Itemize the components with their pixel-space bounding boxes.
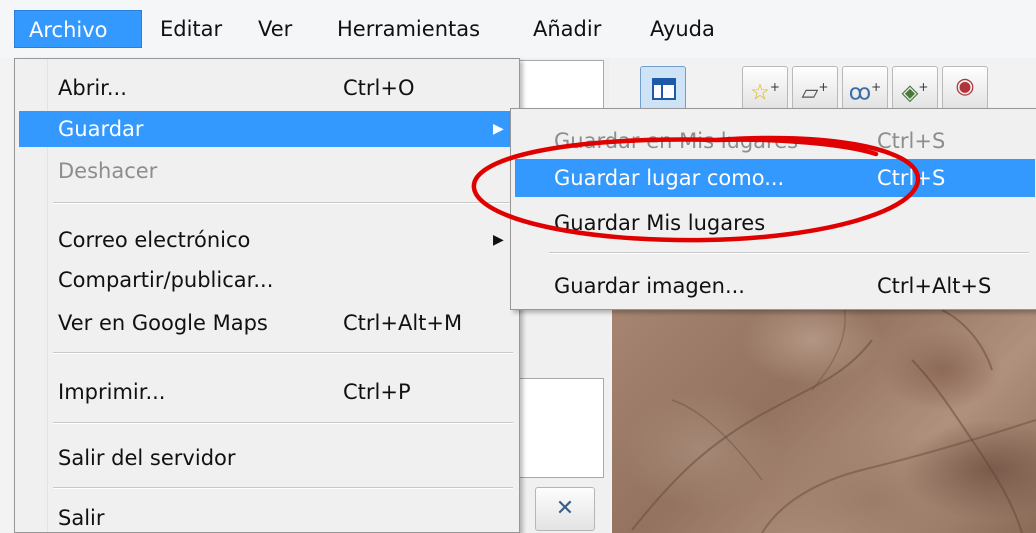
menu-archivo[interactable]: Archivo [14, 10, 142, 48]
menu-item-label: Guardar lugar como... [554, 166, 785, 190]
submenu-item-guardar-imagen[interactable]: Guardar imagen... Ctrl+Alt+S [515, 267, 1035, 305]
close-panel-button[interactable]: ✕ [535, 487, 595, 531]
add-badge: + [871, 80, 882, 94]
menu-item-shortcut: Ctrl+O [343, 76, 415, 100]
file-menu-dropdown: Abrir... Ctrl+O Guardar ▶ Deshacer Corre… [14, 58, 520, 533]
menu-herramientas[interactable]: Herramientas [337, 10, 480, 48]
menu-item-guardar[interactable]: Guardar ▶ [19, 111, 515, 147]
menu-item-imprimir[interactable]: Imprimir... Ctrl+P [19, 374, 515, 410]
layout-icon [652, 78, 676, 100]
add-placemark-button[interactable]: ☆+ [742, 66, 788, 110]
menu-separator [53, 352, 513, 354]
menu-item-label: Salir [58, 506, 105, 530]
terrain-drainage-lines [631, 300, 1036, 533]
add-path-button[interactable]: ꝏ+ [842, 66, 888, 110]
submenu-arrow-icon: ▶ [493, 232, 504, 248]
menu-item-label: Guardar imagen... [554, 274, 745, 298]
menu-item-label: Guardar en Mis lugares [554, 129, 799, 153]
menu-item-shortcut: Ctrl+S [877, 166, 946, 190]
menu-separator [53, 202, 513, 204]
menu-item-correo[interactable]: Correo electrónico ▶ [19, 222, 515, 258]
path-add-icon: ꝏ [848, 80, 872, 106]
menu-item-label: Abrir... [58, 76, 127, 100]
menu-separator [549, 252, 1029, 254]
menu-item-label: Correo electrónico [58, 228, 251, 252]
menu-separator [53, 422, 513, 424]
overlay-add-icon: ◈ [901, 80, 919, 106]
map-view[interactable] [612, 300, 1036, 533]
menu-bar: Archivo Editar Ver Herramientas Añadir A… [0, 0, 1036, 58]
menu-item-salir[interactable]: Salir [19, 500, 515, 533]
menu-item-shortcut: Ctrl+P [343, 380, 411, 404]
menu-item-shortcut: Ctrl+S [877, 129, 946, 153]
menu-anadir[interactable]: Añadir [533, 10, 601, 48]
submenu-item-guardar-lugar-como[interactable]: Guardar lugar como... Ctrl+S [515, 159, 1035, 197]
placemark-add-icon: ☆ [750, 80, 770, 106]
menu-item-shortcut: Ctrl+Alt+M [343, 311, 463, 335]
add-badge: + [818, 80, 829, 94]
menu-item-salir-servidor[interactable]: Salir del servidor [19, 440, 515, 476]
menu-item-label: Deshacer [58, 159, 158, 183]
polygon-add-icon: ▱ [801, 80, 819, 106]
add-polygon-button[interactable]: ▱+ [792, 66, 838, 110]
menu-item-label: Imprimir... [58, 380, 166, 404]
menu-item-label: Guardar Mis lugares [554, 211, 766, 235]
menu-editar[interactable]: Editar [160, 10, 222, 48]
tour-record-icon: ◉ [955, 74, 975, 99]
google-earth-window: ✕ ☆+ ▱+ ꝏ+ ◈+ ◉ Archivo Editar Ver Herra… [0, 0, 1036, 533]
add-badge: + [769, 80, 780, 94]
menu-item-compartir[interactable]: Compartir/publicar... [19, 262, 515, 298]
menu-item-abrir[interactable]: Abrir... Ctrl+O [19, 70, 515, 106]
add-image-overlay-button[interactable]: ◈+ [892, 66, 938, 110]
menu-item-ver-google-maps[interactable]: Ver en Google Maps Ctrl+Alt+M [19, 305, 515, 341]
menu-item-deshacer: Deshacer [19, 153, 515, 189]
add-badge: + [918, 80, 929, 94]
menu-item-label: Salir del servidor [58, 446, 236, 470]
menu-item-label: Guardar [58, 117, 144, 141]
menu-item-label: Compartir/publicar... [58, 268, 274, 292]
menu-item-label: Ver en Google Maps [58, 311, 268, 335]
menu-ver[interactable]: Ver [258, 10, 292, 48]
submenu-item-guardar-mis-lugares[interactable]: Guardar Mis lugares [515, 204, 1035, 242]
layout-button[interactable] [640, 66, 686, 110]
submenu-arrow-icon: ▶ [493, 121, 504, 137]
menu-ayuda[interactable]: Ayuda [650, 10, 715, 48]
submenu-item-guardar-en-mis-lugares: Guardar en Mis lugares Ctrl+S [515, 122, 1035, 160]
menu-separator [53, 487, 513, 489]
record-tour-button[interactable]: ◉ [942, 66, 988, 110]
save-submenu: Guardar en Mis lugares Ctrl+S Guardar lu… [510, 108, 1036, 310]
menu-item-shortcut: Ctrl+Alt+S [877, 274, 992, 298]
